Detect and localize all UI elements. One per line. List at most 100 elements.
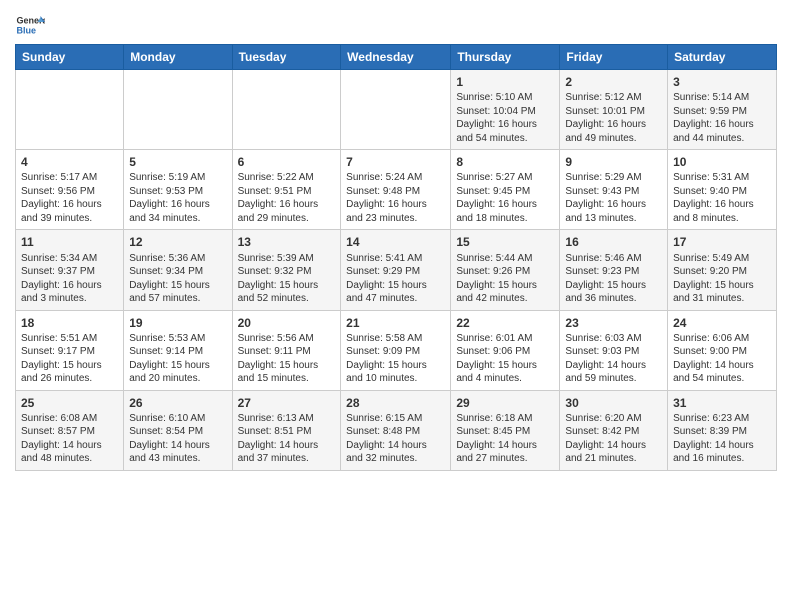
day-number: 12 — [129, 234, 226, 250]
day-info: and 31 minutes. — [673, 293, 744, 304]
day-info: Daylight: 15 hours — [456, 280, 537, 291]
day-info: Sunset: 9:14 PM — [129, 346, 203, 357]
day-number: 15 — [456, 234, 554, 250]
day-info: Sunrise: 6:13 AM — [238, 413, 314, 424]
day-info: Daylight: 15 hours — [565, 280, 646, 291]
calendar-cell — [16, 70, 124, 150]
weekday-header: Thursday — [451, 45, 560, 70]
day-info: Sunrise: 5:41 AM — [346, 253, 422, 264]
calendar-cell: 29Sunrise: 6:18 AMSunset: 8:45 PMDayligh… — [451, 390, 560, 470]
day-info: Daylight: 15 hours — [673, 280, 754, 291]
day-info: and 32 minutes. — [346, 453, 417, 464]
day-number: 27 — [238, 395, 336, 411]
day-info: Daylight: 15 hours — [129, 360, 210, 371]
day-info: Sunset: 10:04 PM — [456, 106, 536, 117]
day-info: Daylight: 14 hours — [673, 440, 754, 451]
day-info: Sunrise: 6:23 AM — [673, 413, 749, 424]
weekday-header: Tuesday — [232, 45, 341, 70]
day-info: and 36 minutes. — [565, 293, 636, 304]
day-info: Daylight: 15 hours — [238, 280, 319, 291]
day-info: Sunrise: 5:14 AM — [673, 92, 749, 103]
calendar-body: 1 Sunrise: 5:10 AM Sunset: 10:04 PM Dayligh… — [16, 70, 777, 471]
day-info: Sunset: 9:29 PM — [346, 266, 420, 277]
calendar-cell: 10Sunrise: 5:31 AMSunset: 9:40 PMDayligh… — [668, 150, 777, 230]
day-number: 7 — [346, 154, 445, 170]
day-number: 24 — [673, 315, 771, 331]
day-info: Sunrise: 5:22 AM — [238, 172, 314, 183]
day-number: 23 — [565, 315, 662, 331]
day-number: 16 — [565, 234, 662, 250]
day-info: Sunset: 8:54 PM — [129, 426, 203, 437]
day-number: 9 — [565, 154, 662, 170]
day-info: and 48 minutes. — [21, 453, 92, 464]
day-info: Sunset: 9:20 PM — [673, 266, 747, 277]
day-info: Sunset: 9:03 PM — [565, 346, 639, 357]
day-number: 4 — [21, 154, 118, 170]
day-number: 28 — [346, 395, 445, 411]
calendar-cell: 27Sunrise: 6:13 AMSunset: 8:51 PMDayligh… — [232, 390, 341, 470]
day-info: Sunset: 9:43 PM — [565, 186, 639, 197]
day-info: Sunrise: 6:18 AM — [456, 413, 532, 424]
svg-text:Blue: Blue — [17, 25, 37, 35]
calendar-header: SundayMondayTuesdayWednesdayThursdayFrid… — [16, 45, 777, 70]
calendar-cell: 31Sunrise: 6:23 AMSunset: 8:39 PMDayligh… — [668, 390, 777, 470]
calendar-cell: 30Sunrise: 6:20 AMSunset: 8:42 PMDayligh… — [560, 390, 668, 470]
calendar-cell: 2Sunrise: 5:12 AMSunset: 10:01 PMDayligh… — [560, 70, 668, 150]
calendar-cell: 13Sunrise: 5:39 AMSunset: 9:32 PMDayligh… — [232, 230, 341, 310]
calendar-cell: 19Sunrise: 5:53 AMSunset: 9:14 PMDayligh… — [124, 310, 232, 390]
calendar-cell: 16Sunrise: 5:46 AMSunset: 9:23 PMDayligh… — [560, 230, 668, 310]
day-number: 3 — [673, 74, 771, 90]
day-info: Daylight: 16 hours — [238, 199, 319, 210]
day-info: Sunset: 9:37 PM — [21, 266, 95, 277]
day-info: Daylight: 16 hours — [456, 199, 537, 210]
day-info: Sunrise: 5:46 AM — [565, 253, 641, 264]
logo-icon: General Blue — [15, 10, 45, 40]
calendar-cell: 25Sunrise: 6:08 AMSunset: 8:57 PMDayligh… — [16, 390, 124, 470]
day-info: Sunset: 8:57 PM — [21, 426, 95, 437]
day-info: Sunrise: 6:01 AM — [456, 333, 532, 344]
day-info: Sunrise: 5:10 AM — [456, 92, 532, 103]
day-info: Daylight: 14 hours — [456, 440, 537, 451]
day-info: Sunrise: 5:24 AM — [346, 172, 422, 183]
day-number: 1 — [456, 74, 554, 90]
day-info: Daylight: 14 hours — [129, 440, 210, 451]
day-info: and 18 minutes. — [456, 213, 527, 224]
calendar-cell: 26Sunrise: 6:10 AMSunset: 8:54 PMDayligh… — [124, 390, 232, 470]
day-info: and 54 minutes. — [456, 133, 527, 144]
calendar-cell: 11Sunrise: 5:34 AMSunset: 9:37 PMDayligh… — [16, 230, 124, 310]
day-info: Sunrise: 5:27 AM — [456, 172, 532, 183]
calendar-cell: 8Sunrise: 5:27 AMSunset: 9:45 PMDaylight… — [451, 150, 560, 230]
day-info: Sunrise: 6:08 AM — [21, 413, 97, 424]
day-info: and 47 minutes. — [346, 293, 417, 304]
day-info: Sunrise: 5:44 AM — [456, 253, 532, 264]
day-info: and 52 minutes. — [238, 293, 309, 304]
day-info: Sunset: 9:51 PM — [238, 186, 312, 197]
day-info: Sunrise: 6:20 AM — [565, 413, 641, 424]
day-info: Daylight: 16 hours — [456, 119, 537, 130]
day-number: 20 — [238, 315, 336, 331]
day-info: and 44 minutes. — [673, 133, 744, 144]
day-info: and 4 minutes. — [456, 373, 522, 384]
day-info: Sunrise: 5:19 AM — [129, 172, 205, 183]
logo: General Blue — [15, 10, 45, 40]
day-info: Sunset: 9:59 PM — [673, 106, 747, 117]
day-info: Daylight: 16 hours — [565, 119, 646, 130]
calendar-cell: 9Sunrise: 5:29 AMSunset: 9:43 PMDaylight… — [560, 150, 668, 230]
calendar-cell: 6 Sunrise: 5:22 AM Sunset: 9:51 PM Daylight… — [232, 150, 341, 230]
day-info: Sunset: 9:48 PM — [346, 186, 420, 197]
day-info: and 42 minutes. — [456, 293, 527, 304]
day-info: Sunrise: 6:15 AM — [346, 413, 422, 424]
day-info: Sunset: 9:34 PM — [129, 266, 203, 277]
day-info: and 10 minutes. — [346, 373, 417, 384]
day-info: Sunrise: 5:58 AM — [346, 333, 422, 344]
day-info: Sunset: 9:56 PM — [21, 186, 95, 197]
day-info: and 34 minutes. — [129, 213, 200, 224]
day-info: and 15 minutes. — [238, 373, 309, 384]
day-info: Sunset: 10:01 PM — [565, 106, 645, 117]
day-info: Daylight: 14 hours — [346, 440, 427, 451]
weekday-header: Friday — [560, 45, 668, 70]
day-info: Daylight: 16 hours — [673, 119, 754, 130]
day-info: Sunrise: 5:36 AM — [129, 253, 205, 264]
day-number: 6 — [238, 154, 336, 170]
day-info: Daylight: 14 hours — [565, 360, 646, 371]
